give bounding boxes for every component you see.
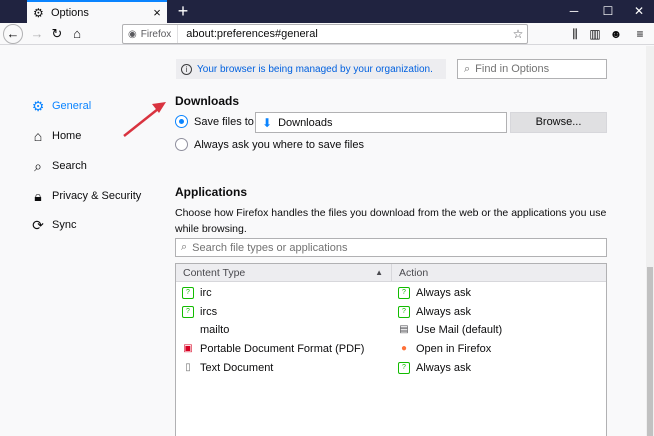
scrollbar-thumb[interactable]	[647, 267, 653, 436]
sync-icon: ⟳	[32, 217, 44, 233]
sidebar-item-sync[interactable]: ⟳ Sync	[30, 215, 76, 235]
gear-icon: ⚙	[31, 98, 45, 114]
column-header-label: Action	[399, 267, 429, 279]
sidebar-toggle-icon[interactable]: ▥	[585, 24, 605, 44]
url-bar[interactable]: ◉ Firefox about:preferences#general ☆	[122, 24, 528, 44]
library-icon[interactable]: ⫼	[565, 24, 585, 44]
account-icon[interactable]: ☻	[606, 24, 626, 44]
maximize-button[interactable]: ☐	[597, 3, 619, 19]
column-header-action[interactable]: Action	[392, 264, 428, 282]
action[interactable]: Always ask	[416, 287, 471, 299]
content-type: irc	[200, 287, 212, 299]
lock-icon: 🔒︎	[34, 188, 42, 204]
firefox-icon: ●	[400, 343, 408, 354]
menu-icon[interactable]: ≡	[630, 24, 650, 44]
gear-icon: ⚙	[33, 5, 44, 20]
search-icon: ⌕	[181, 241, 188, 253]
table-header: Content Type ▲ Action	[176, 264, 606, 282]
applications-table: Content Type ▲ Action ? irc ? Always ask ?…	[175, 263, 607, 436]
action[interactable]: Always ask	[416, 362, 471, 374]
identity-box[interactable]: ◉ Firefox	[123, 25, 179, 43]
applications-description: Choose how Firefox handles the files you…	[175, 207, 607, 235]
sidebar-item-home[interactable]: ⌂ Home	[30, 126, 82, 146]
sidebar-item-privacy[interactable]: 🔒︎ Privacy & Security	[30, 186, 141, 206]
action[interactable]: Always ask	[416, 306, 471, 318]
downloads-heading: Downloads	[175, 94, 240, 108]
content-type: Text Document	[200, 362, 274, 374]
new-tab-button[interactable]: +	[175, 2, 191, 20]
minimize-button[interactable]: ─	[563, 3, 585, 19]
firefox-icon: ◉	[128, 28, 137, 40]
applications-search-placeholder: Search file types or applications	[192, 241, 348, 254]
reload-button[interactable]: ↻	[47, 24, 67, 44]
policy-notice[interactable]: i Your browser is being managed by your …	[176, 59, 446, 79]
search-placeholder: Find in Options	[475, 63, 550, 75]
content-type: mailto	[200, 324, 230, 336]
blank-icon	[182, 324, 194, 336]
url-text[interactable]: about:preferences#general	[178, 28, 509, 40]
action[interactable]: Open in Firefox	[416, 343, 491, 355]
info-icon: i	[181, 63, 192, 75]
content-type: ircs	[200, 306, 218, 318]
table-row[interactable]: ? ircs ? Always ask	[176, 303, 606, 321]
sidebar-item-general[interactable]: ⚙ General	[30, 96, 91, 116]
table-row[interactable]: ▯ Text Document ? Always ask	[176, 359, 606, 377]
ask-icon: ?	[182, 287, 194, 299]
ask-icon: ?	[182, 306, 194, 318]
pdf-icon: ▣	[183, 343, 193, 354]
ask-icon: ?	[398, 362, 410, 374]
search-icon: ⌕	[34, 158, 42, 174]
home-icon: ⌂	[33, 128, 43, 144]
scrollbar[interactable]	[646, 46, 654, 436]
applications-search-input[interactable]: ⌕ Search file types or applications	[175, 238, 607, 257]
save-files-radio[interactable]	[175, 115, 188, 128]
column-header-content-type[interactable]: Content Type ▲	[176, 264, 392, 282]
tab-title: Options	[51, 6, 89, 19]
back-button[interactable]: ←	[3, 24, 23, 44]
sidebar-item-label: General	[52, 100, 92, 112]
download-folder-name: Downloads	[278, 116, 333, 129]
policy-notice-link[interactable]: Your browser is being managed by your or…	[197, 64, 433, 75]
sidebar-item-label: Search	[52, 160, 87, 172]
search-input[interactable]: ⌕ Find in Options	[457, 59, 607, 79]
save-files-label[interactable]: Save files to	[194, 116, 254, 128]
always-ask-radio[interactable]	[175, 138, 188, 151]
always-ask-option[interactable]: Always ask you where to save files	[175, 138, 364, 151]
sidebar-item-label: Sync	[52, 219, 77, 231]
identity-label: Firefox	[140, 28, 172, 40]
sidebar-item-label: Home	[52, 130, 82, 142]
content-type: Portable Document Format (PDF)	[200, 343, 365, 355]
download-folder-field[interactable]: ⬇ Downloads	[255, 112, 507, 133]
sidebar-item-label: Privacy & Security	[52, 190, 142, 202]
table-row[interactable]: ▣ Portable Document Format (PDF) ● Open in…	[176, 340, 606, 358]
home-button[interactable]: ⌂	[67, 24, 87, 44]
action[interactable]: Use Mail (default)	[416, 324, 502, 336]
bookmark-star-icon[interactable]: ☆	[509, 27, 527, 41]
table-row[interactable]: mailto ▤ Use Mail (default)	[176, 321, 606, 339]
search-icon: ⌕	[464, 62, 471, 75]
close-tab-icon[interactable]: ×	[151, 6, 163, 19]
tab-options[interactable]: ⚙ Options ×	[27, 0, 167, 23]
forward-button[interactable]: →	[27, 24, 47, 44]
always-ask-label[interactable]: Always ask you where to save files	[194, 139, 364, 151]
applications-heading: Applications	[175, 185, 248, 199]
title-bar: ⚙ Options × + ─ ☐ ✕	[0, 0, 654, 23]
sort-ascending-icon: ▲	[375, 268, 383, 277]
mail-icon: ▤	[399, 324, 409, 335]
navigation-toolbar: ← → ↻ ⌂ ◉ Firefox about:preferences#gene…	[0, 23, 654, 45]
sidebar-item-search[interactable]: ⌕ Search	[30, 156, 87, 176]
close-window-button[interactable]: ✕	[628, 3, 650, 19]
ask-icon: ?	[398, 287, 410, 299]
download-icon: ⬇	[262, 115, 273, 130]
column-header-label: Content Type	[183, 267, 246, 279]
table-row[interactable]: ? irc ? Always ask	[176, 284, 606, 302]
document-icon: ▯	[185, 362, 191, 373]
save-files-option[interactable]: Save files to	[175, 115, 254, 128]
ask-icon: ?	[398, 306, 410, 318]
browse-button[interactable]: Browse...	[510, 112, 607, 133]
